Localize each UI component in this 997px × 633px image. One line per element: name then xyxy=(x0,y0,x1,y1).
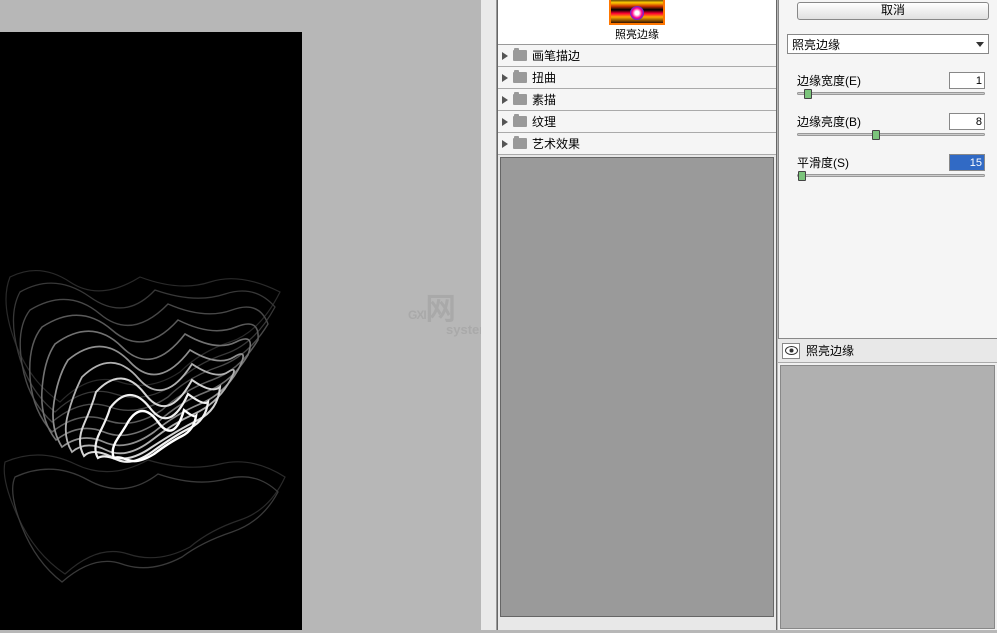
triangle-right-icon xyxy=(502,74,508,82)
category-row[interactable]: 艺术效果 xyxy=(498,133,776,155)
preview-canvas[interactable] xyxy=(0,32,302,630)
category-preview-box xyxy=(500,157,774,617)
triangle-right-icon xyxy=(502,118,508,126)
param-input[interactable] xyxy=(949,113,985,130)
filter-column: 照亮边缘 画笔描边扭曲素描纹理艺术效果 xyxy=(497,0,777,630)
thumb-preview xyxy=(609,0,665,25)
cancel-button[interactable]: 取消 xyxy=(797,2,989,20)
chevron-down-icon xyxy=(976,42,984,47)
slider-track[interactable] xyxy=(797,92,985,95)
category-label: 艺术效果 xyxy=(532,135,580,152)
category-row[interactable]: 扭曲 xyxy=(498,67,776,89)
param-label: 平滑度(S) xyxy=(797,154,849,171)
eye-icon[interactable] xyxy=(782,343,800,359)
folder-icon xyxy=(513,116,527,127)
effect-layer-name: 照亮边缘 xyxy=(806,342,854,359)
param-label: 边缘宽度(E) xyxy=(797,72,861,89)
param-block: 边缘宽度(E) xyxy=(797,72,985,95)
category-row[interactable]: 画笔描边 xyxy=(498,45,776,67)
folder-icon xyxy=(513,138,527,149)
filter-dropdown[interactable]: 照亮边缘 xyxy=(787,34,989,54)
scrollbar-left[interactable] xyxy=(481,0,497,630)
param-block: 边缘亮度(B) xyxy=(797,113,985,136)
param-label: 边缘亮度(B) xyxy=(797,113,861,130)
effect-layers-body xyxy=(780,365,995,629)
glowing-edges-art xyxy=(0,32,302,630)
slider-thumb[interactable] xyxy=(872,130,880,140)
category-row[interactable]: 素描 xyxy=(498,89,776,111)
effect-layer-row[interactable]: 照亮边缘 xyxy=(778,339,997,363)
category-label: 素描 xyxy=(532,91,556,108)
triangle-right-icon xyxy=(502,52,508,60)
slider-thumb[interactable] xyxy=(798,171,806,181)
triangle-right-icon xyxy=(502,140,508,148)
folder-icon xyxy=(513,50,527,61)
category-row[interactable]: 纹理 xyxy=(498,111,776,133)
thumb-label: 照亮边缘 xyxy=(604,26,670,42)
param-input[interactable] xyxy=(949,72,985,89)
category-label: 扭曲 xyxy=(532,69,556,86)
slider-track[interactable] xyxy=(797,133,985,136)
triangle-right-icon xyxy=(502,96,508,104)
folder-icon xyxy=(513,72,527,83)
param-block: 平滑度(S) xyxy=(797,154,985,177)
watermark-main: GXI xyxy=(408,308,426,322)
param-input[interactable] xyxy=(949,154,985,171)
slider-track[interactable] xyxy=(797,174,985,177)
slider-thumb[interactable] xyxy=(804,89,812,99)
effect-layers-panel: 照亮边缘 xyxy=(778,338,997,630)
category-label: 画笔描边 xyxy=(532,47,580,64)
filter-thumbnails: 照亮边缘 xyxy=(498,0,776,45)
filter-thumb-selected[interactable]: 照亮边缘 xyxy=(604,0,670,42)
folder-icon xyxy=(513,94,527,105)
category-label: 纹理 xyxy=(532,113,556,130)
dropdown-value: 照亮边缘 xyxy=(792,36,840,53)
